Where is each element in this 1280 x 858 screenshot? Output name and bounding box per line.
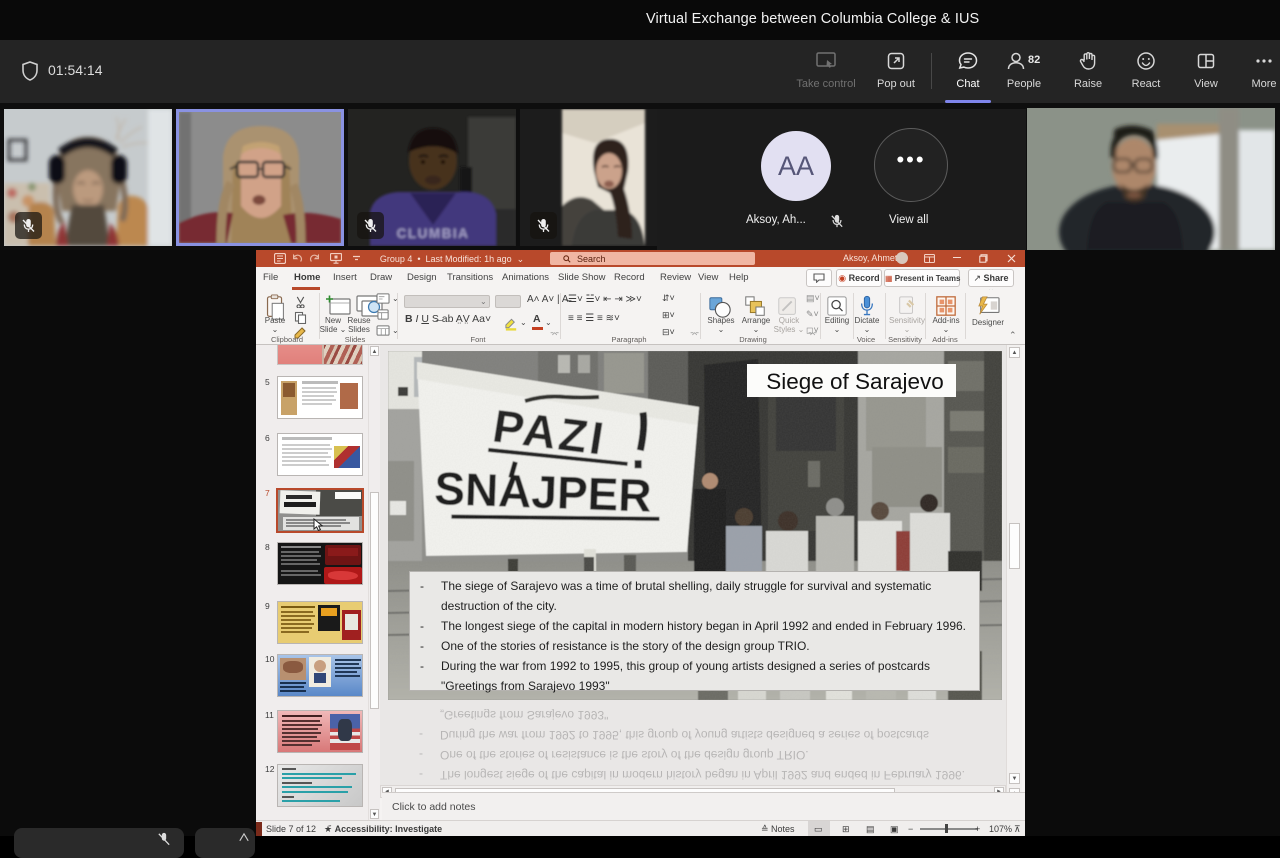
svg-text:82: 82 [1028,54,1040,66]
svg-text:Siege of Sarajevo: Siege of Sarajevo [766,369,944,394]
svg-text:CLUMBIA: CLUMBIA [397,226,470,241]
